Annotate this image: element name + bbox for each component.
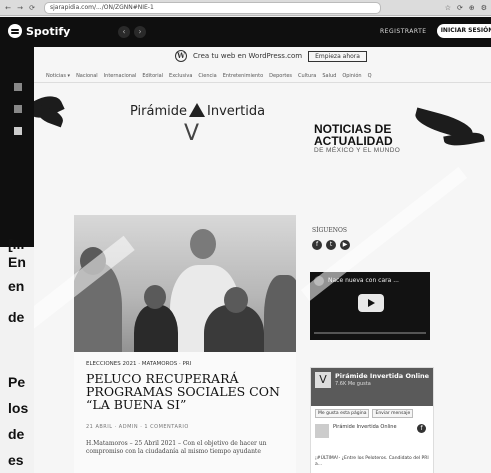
login-button[interactable]: INICIAR SESIÓN bbox=[437, 24, 491, 38]
video-progress-bar[interactable] bbox=[314, 332, 426, 334]
tagline-main: NOTICIAS DE ACTUALIDAD bbox=[314, 122, 393, 148]
article-fragment: de bbox=[8, 426, 25, 442]
article-excerpt: H.Matamoros – 25 Abril 2021 – Con el obj… bbox=[86, 440, 267, 455]
address-bar[interactable]: sjarapidia.com/.../ON/ZGNN#NIE-1 bbox=[44, 1, 381, 14]
site-navigation: Noticias ▾ Nacional Internacional Editor… bbox=[34, 69, 491, 83]
facebook-post-text: ¡#ÚLTIMA!- ¿Entre los Peloteros. Candida… bbox=[315, 456, 429, 467]
social-links: f t ▶ bbox=[312, 240, 350, 250]
follow-us-heading: SÍGUENOS bbox=[312, 227, 347, 234]
facebook-actions: Me gusta esta página Enviar mensaje bbox=[315, 409, 414, 418]
article-meta: 21 ABRIL · ADMIN · 1 COMENTARIO bbox=[86, 424, 189, 430]
menu-item[interactable]: Opinión bbox=[342, 73, 361, 79]
facebook-post-header: Pirámide Invertida Online bbox=[315, 424, 397, 438]
post-avatar bbox=[315, 424, 329, 438]
chevron-right-icon[interactable]: › bbox=[134, 26, 146, 38]
tagline-sub: DE MÉXICO Y EL MUNDO bbox=[314, 147, 401, 154]
settings-icon[interactable]: ⚙ bbox=[481, 4, 487, 12]
article-categories[interactable]: ELECCIONES 2021 · MATAMOROS · PRI bbox=[86, 361, 191, 367]
youtube-icon[interactable]: ▶ bbox=[340, 240, 350, 250]
twitter-icon[interactable]: t bbox=[326, 240, 336, 250]
back-button[interactable]: ← bbox=[4, 4, 12, 12]
photo-head bbox=[190, 229, 216, 259]
article-fragment: de bbox=[8, 309, 25, 325]
article-fragment: [... bbox=[8, 236, 25, 252]
wordpress-promo-bar: W Crea tu web en WordPress.com Empieza a… bbox=[34, 47, 491, 65]
post-author[interactable]: Pirámide Invertida Online bbox=[333, 424, 397, 438]
article-headline[interactable]: PELUCO RECUPERARÁ PROGRAMAS SOCIALES CON… bbox=[86, 372, 291, 411]
menu-item[interactable]: Nacional bbox=[76, 73, 98, 79]
reload-button[interactable]: ⟳ bbox=[28, 4, 36, 12]
site-title[interactable]: Pirámide Invertida bbox=[130, 103, 265, 119]
photo-head bbox=[224, 287, 248, 313]
article-fragment: Pe bbox=[8, 374, 26, 390]
facebook-cover[interactable]: V Pirámide Invertida Online 7.6K Me gust… bbox=[311, 368, 433, 406]
menu-item[interactable]: Deportes bbox=[269, 73, 292, 79]
article-fragment: es bbox=[8, 452, 24, 468]
page-avatar: V bbox=[315, 372, 331, 388]
menu-item[interactable]: Salud bbox=[322, 73, 336, 79]
site-logo-mark: V bbox=[184, 121, 200, 146]
spotify-nav-arrows: ‹ › bbox=[118, 26, 146, 38]
facebook-icon[interactable]: f bbox=[312, 240, 322, 250]
spotify-logo[interactable]: Spotify bbox=[8, 24, 70, 38]
facebook-like-count: 7.6K Me gusta bbox=[335, 381, 371, 387]
facebook-page-widget: V Pirámide Invertida Online 7.6K Me gust… bbox=[310, 367, 434, 473]
featured-image[interactable] bbox=[74, 215, 296, 365]
menu-item[interactable]: Entretenimiento bbox=[223, 73, 263, 79]
wordpress-promo-text: Crea tu web en WordPress.com bbox=[193, 52, 303, 60]
send-message-button[interactable]: Enviar mensaje bbox=[372, 409, 414, 418]
article-fragment: en bbox=[8, 278, 25, 294]
menu-item[interactable]: Editorial bbox=[142, 73, 163, 79]
play-icon[interactable] bbox=[358, 294, 384, 312]
menu-item[interactable]: Noticias ▾ bbox=[46, 73, 70, 79]
extension-icon[interactable]: ⊕ bbox=[469, 4, 475, 12]
start-now-button[interactable]: Empieza ahora bbox=[308, 50, 367, 62]
bookmark-star-icon[interactable]: ☆ bbox=[445, 4, 451, 12]
pyramid-logo-icon bbox=[189, 103, 206, 117]
like-page-button[interactable]: Me gusta esta página bbox=[315, 409, 370, 418]
photo-head bbox=[144, 285, 166, 309]
menu-item[interactable]: Exclusiva bbox=[169, 73, 192, 79]
search-icon[interactable] bbox=[14, 105, 22, 113]
spotify-brand-label: Spotify bbox=[26, 24, 71, 38]
home-icon[interactable] bbox=[14, 83, 22, 91]
spotify-header: Spotify ‹ › REGISTRARTE INICIAR SESIÓN bbox=[0, 17, 491, 47]
search-icon[interactable]: Q bbox=[368, 73, 372, 79]
menu-item[interactable]: Ciencia bbox=[198, 73, 216, 79]
register-link[interactable]: REGISTRARTE bbox=[380, 28, 427, 35]
browser-extension-icons: ☆ ⟳ ⊕ ⚙ bbox=[445, 4, 487, 12]
chevron-left-icon[interactable]: ‹ bbox=[118, 26, 130, 38]
refresh-icon[interactable]: ⟳ bbox=[457, 4, 463, 12]
browser-toolbar: ← → ⟳ sjarapidia.com/.../ON/ZGNN#NIE-1 ☆… bbox=[0, 0, 491, 16]
site-tagline: NOTICIAS DE ACTUALIDAD DE MÉXICO Y EL MU… bbox=[314, 123, 400, 154]
spotify-icon bbox=[8, 24, 22, 38]
wordpress-logo-icon: W bbox=[175, 50, 188, 62]
menu-item[interactable]: Internacional bbox=[104, 73, 137, 79]
site-title-left: Pirámide bbox=[130, 104, 188, 119]
article-card: ELECCIONES 2021 · MATAMOROS · PRI PELUCO… bbox=[74, 352, 296, 473]
library-icon[interactable] bbox=[14, 127, 22, 135]
site-title-right: Invertida bbox=[207, 104, 266, 119]
wordpress-page: W Crea tu web en WordPress.com Empieza a… bbox=[34, 47, 491, 473]
menu-item[interactable]: Cultura bbox=[298, 73, 316, 79]
spotify-sidebar bbox=[0, 47, 34, 247]
article-fragment: los bbox=[8, 400, 29, 416]
facebook-page-name[interactable]: Pirámide Invertida Online bbox=[335, 372, 429, 380]
article-fragment: En bbox=[8, 254, 26, 270]
facebook-icon[interactable]: f bbox=[417, 424, 426, 433]
forward-button[interactable]: → bbox=[16, 4, 24, 12]
